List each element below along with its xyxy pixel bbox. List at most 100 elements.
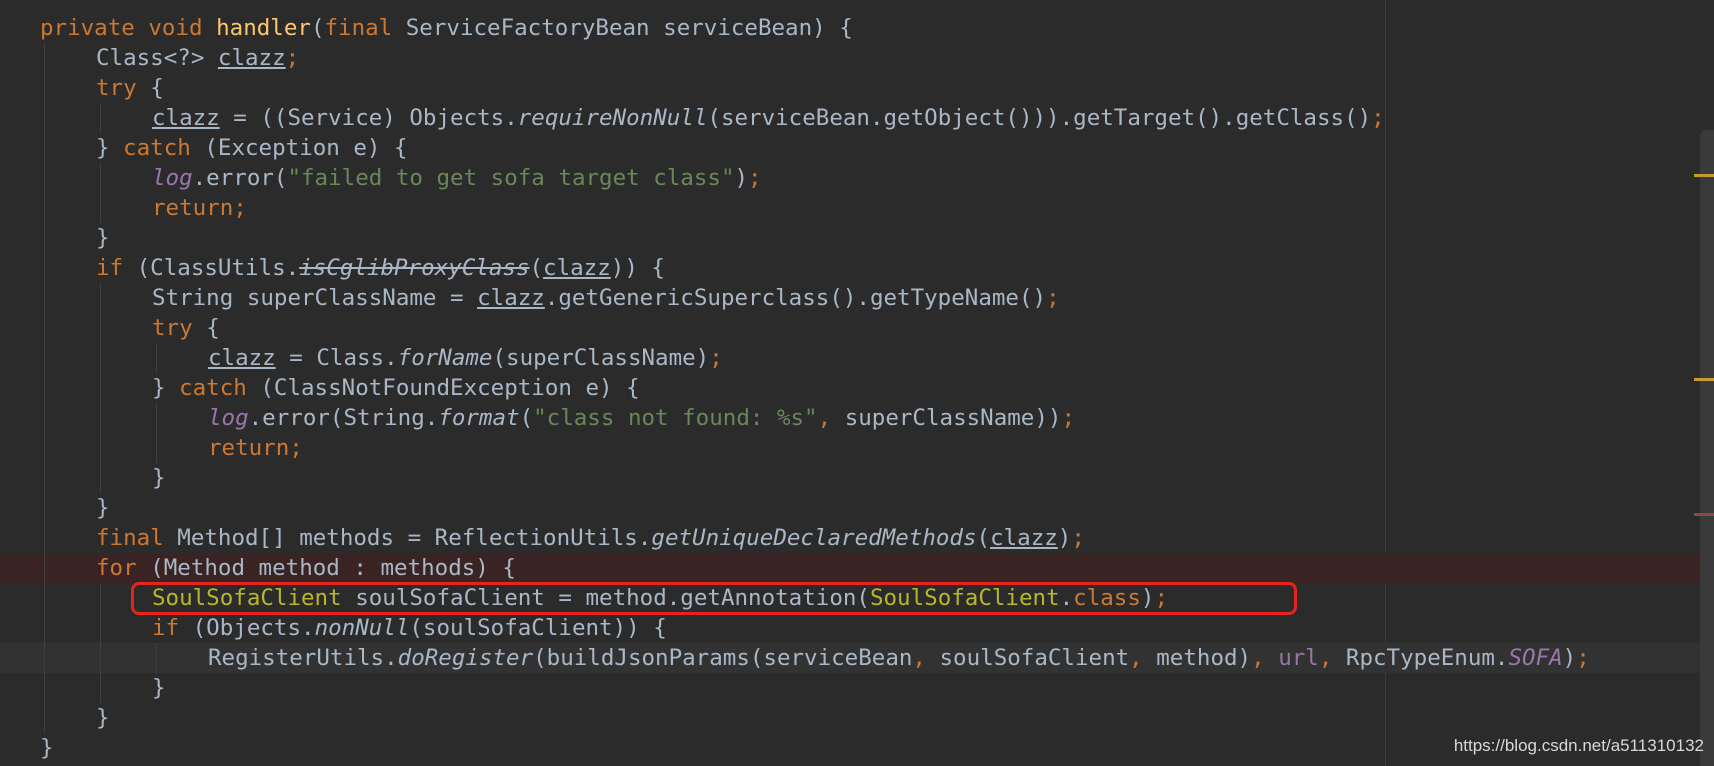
code-token: } [96,135,124,161]
indent-guide [156,403,157,433]
code-token: ( [976,525,991,551]
code-line[interactable]: RegisterUtils.doRegister(buildJsonParams… [0,643,1714,673]
code-token: { [150,75,164,101]
code-token: "class not found: %s" [533,405,818,431]
vertical-scrollbar[interactable] [1700,130,1714,766]
code-line[interactable]: } [0,223,1714,253]
indent-guide [44,703,45,733]
code-token: RegisterUtils. [208,645,398,671]
code-token: log [152,165,193,191]
code-line[interactable]: for (Method method : methods) { [0,553,1714,583]
indent-guide [44,133,45,163]
code-line[interactable]: final Method[] methods = ReflectionUtils… [0,523,1714,553]
code-token: ( [529,255,544,281]
code-text: RegisterUtils.doRegister(buildJsonParams… [208,643,1590,673]
indent-guide [156,643,157,673]
code-token: .getGenericSuperclass().getTypeName() [544,285,1047,311]
warning-marker[interactable] [1694,174,1714,177]
code-token: , [1129,645,1157,671]
code-token: clazz [217,45,286,71]
indent-guide [100,283,101,313]
indent-guide [44,613,45,643]
code-token: } [152,675,166,701]
code-token: nonNull [314,615,410,641]
code-line[interactable]: try { [0,73,1714,103]
code-token: Method[] methods = ReflectionUtils. [177,525,652,551]
code-line[interactable]: } catch (ClassNotFoundException e) { [0,373,1714,403]
code-token: (soulSofaClient)) { [409,615,667,641]
code-token: } [152,375,180,401]
code-token: if [96,255,137,281]
code-token: soulSofaClient [939,645,1130,671]
code-token: ; [1061,405,1075,431]
code-token: (Objects. [192,615,315,641]
code-line[interactable]: String superClassName = clazz.getGeneric… [0,283,1714,313]
code-token: (ClassNotFoundException e) { [260,375,640,401]
code-token: catch [179,375,261,401]
code-token: void [148,15,217,41]
code-line[interactable]: } [0,463,1714,493]
indent-guide [100,343,101,373]
indent-guide [44,343,45,373]
code-line[interactable]: } [0,703,1714,733]
indent-guide [44,583,45,613]
indent-guide [44,553,45,583]
code-token: = Class. [275,345,398,371]
code-token: ) [1562,645,1577,671]
code-token: try [96,75,151,101]
code-token: , [817,405,845,431]
code-text: return; [152,193,247,223]
indent-guide [100,583,101,613]
indent-guide [44,523,45,553]
code-token: (buildJsonParams(serviceBean [533,645,913,671]
code-token: catch [123,135,205,161]
code-line[interactable]: clazz = ((Service) Objects.requireNonNul… [0,103,1714,133]
code-line[interactable]: } [0,493,1714,523]
indent-guide [100,403,101,433]
indent-guide [44,73,45,103]
indent-guide [100,313,101,343]
code-text: private void handler(final ServiceFactor… [40,13,853,43]
code-token: Class<?> [96,45,218,71]
code-line[interactable]: if (ClassUtils.isCglibProxyClass(clazz))… [0,253,1714,283]
code-token: private [40,15,149,41]
code-line[interactable]: if (Objects.nonNull(soulSofaClient)) { [0,613,1714,643]
code-text: log.error(String.format("class not found… [208,403,1075,433]
code-token: ; [1371,105,1385,131]
code-line[interactable]: clazz = Class.forName(superClassName); [0,343,1714,373]
highlight-annotation-box [131,582,1297,615]
code-text: try { [96,73,164,103]
code-token: clazz [208,345,276,371]
code-token: handler [216,15,311,41]
code-token: url [1278,645,1319,671]
indent-guide [44,43,45,73]
code-token: if [152,615,193,641]
code-line[interactable]: private void handler(final ServiceFactor… [0,13,1714,43]
code-line[interactable]: log.error(String.format("class not found… [0,403,1714,433]
breakpoint-marker[interactable] [1694,513,1714,516]
code-line[interactable]: Class<?> clazz; [0,43,1714,73]
indent-guide [44,643,45,673]
code-token: ServiceFactoryBean serviceBean) { [405,15,853,41]
code-line[interactable]: try { [0,313,1714,343]
code-editor[interactable]: private void handler ( final ServiceFactor… [0,0,1714,766]
code-text: } [152,673,166,703]
code-line[interactable]: return; [0,433,1714,463]
code-token: , [1251,645,1279,671]
code-token: final [324,15,406,41]
indent-guide [100,463,101,493]
indent-guide [44,373,45,403]
code-token: , [1318,645,1346,671]
code-line[interactable]: } catch (Exception e) { [0,133,1714,163]
code-line[interactable]: return; [0,193,1714,223]
code-token: ; [285,45,300,71]
warning-marker[interactable] [1694,378,1714,381]
indent-guide [100,613,101,643]
code-line[interactable]: } [0,673,1714,703]
code-token: clazz [543,255,611,281]
code-line[interactable]: log.error("failed to get sofa target cla… [0,163,1714,193]
indent-guide [100,673,101,703]
code-token: { [206,315,220,341]
indent-guide [44,103,45,133]
code-token: return; [208,435,303,461]
